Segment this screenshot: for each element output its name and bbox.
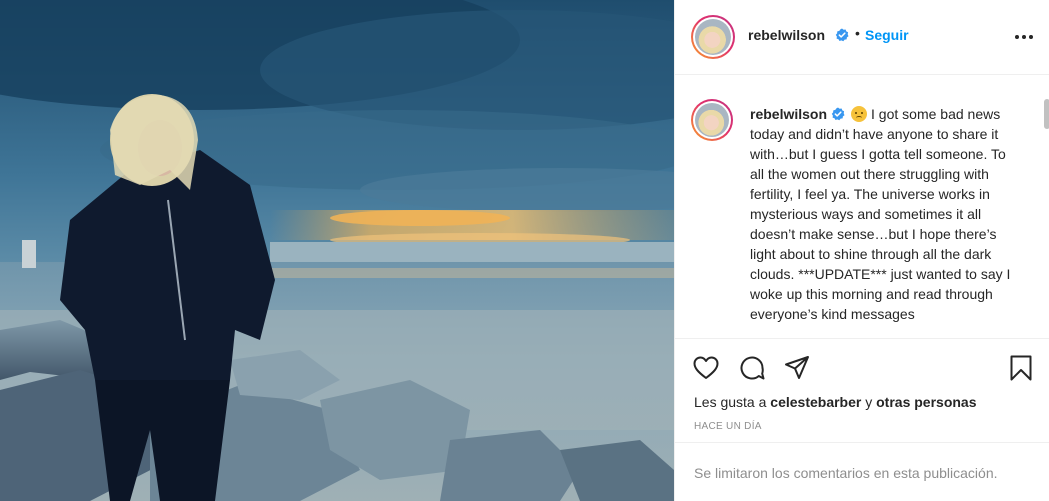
- caption-scrollbar[interactable]: [1044, 99, 1049, 129]
- heart-icon[interactable]: [692, 354, 720, 382]
- post-timestamp[interactable]: HACE UN DÍA: [694, 421, 762, 432]
- caption-username[interactable]: rebelwilson: [750, 106, 827, 122]
- comment-icon[interactable]: [738, 354, 766, 382]
- action-bar: [675, 338, 1049, 398]
- liker-username[interactable]: celestebarber: [770, 394, 861, 410]
- likes-connector: y: [865, 394, 873, 410]
- caption-area: rebelwilson I got some bad news today an…: [675, 76, 1049, 338]
- share-icon[interactable]: [783, 354, 811, 382]
- disappointed-face-icon: [851, 106, 868, 122]
- more-options-icon[interactable]: [1015, 27, 1035, 47]
- other-likers-link[interactable]: otras personas: [876, 394, 976, 410]
- bookmark-icon[interactable]: [1007, 354, 1035, 382]
- follow-button[interactable]: Seguir: [865, 27, 909, 43]
- post-header: rebelwilson • Seguir: [675, 0, 1049, 75]
- post-sidebar: rebelwilson • Seguir rebelwilson I got s…: [674, 0, 1049, 501]
- author-avatar[interactable]: [691, 15, 735, 59]
- author-username[interactable]: rebelwilson: [748, 27, 825, 43]
- caption-avatar[interactable]: [691, 99, 733, 141]
- separator-dot: •: [855, 25, 860, 41]
- comments-disabled-notice: Se limitaron los comentarios en esta pub…: [675, 442, 1049, 501]
- likes-prefix: Les gusta a: [694, 394, 767, 410]
- post-image: [0, 0, 674, 501]
- caption: rebelwilson I got some bad news today an…: [750, 104, 1022, 324]
- verified-badge-icon: [835, 28, 849, 42]
- caption-body: I got some bad news today and didn’t hav…: [750, 106, 1011, 322]
- likes-summary: Les gusta a celestebarber y otras person…: [694, 394, 977, 410]
- verified-badge-icon: [831, 107, 845, 121]
- comments-disabled-text: Se limitaron los comentarios en esta pub…: [694, 465, 998, 481]
- post-photo[interactable]: [0, 0, 674, 501]
